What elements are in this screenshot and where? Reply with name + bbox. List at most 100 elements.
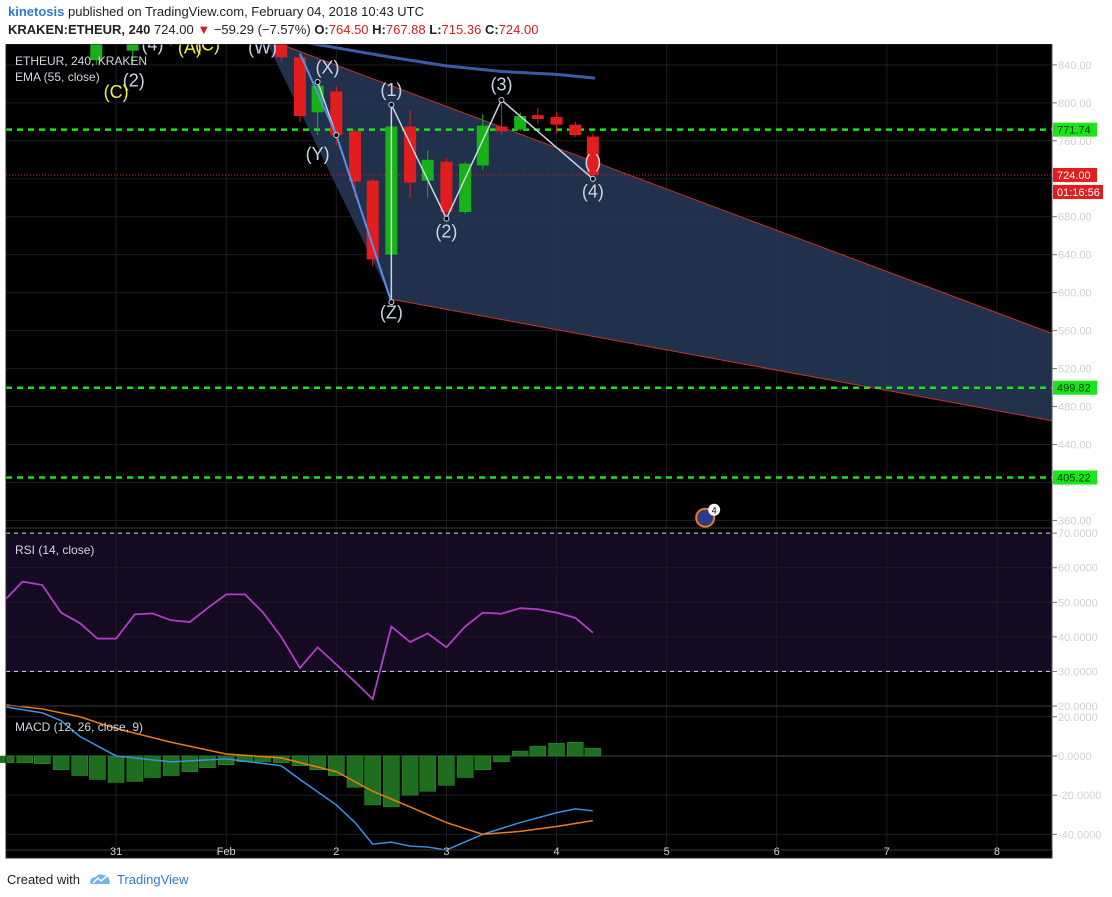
macd-histogram-bar <box>511 750 529 757</box>
macd-histogram-bar <box>419 755 436 792</box>
publish-info: published on TradingView.com, February 0… <box>67 4 425 19</box>
tradingview-logo-icon[interactable] <box>88 872 112 886</box>
created-with-label: Created with <box>7 872 80 887</box>
macd-histogram-bar <box>438 755 455 786</box>
x-tick-label: 31 <box>110 846 122 858</box>
candle-body <box>440 161 453 212</box>
main-legend: ETHEUR, 240, KRAKEN <box>15 54 147 68</box>
level-price-label: 771.74 <box>1057 125 1091 137</box>
close-label: C: <box>484 22 499 37</box>
x-tick-label: 7 <box>884 846 890 858</box>
macd-histogram-bar <box>181 755 199 772</box>
ohlc-line: KRAKEN:ETHEUR, 240 724.00 ▼ −59.29 (−7.5… <box>8 22 538 37</box>
macd-histogram-bar <box>584 747 602 757</box>
open-value: 764.50 <box>328 22 369 37</box>
macd-histogram-bar <box>566 741 584 757</box>
y-tick-label: 800.00 <box>1058 98 1092 110</box>
y-tick-label: 840.00 <box>1058 60 1092 72</box>
candle-body <box>514 116 527 130</box>
macd-histogram-bar <box>346 755 364 788</box>
y-tick-label: 40.0000 <box>1058 632 1098 644</box>
macd-histogram-bar <box>162 755 180 776</box>
y-tick-label: 30.0000 <box>1058 666 1098 678</box>
x-tick-label: Feb <box>217 846 236 858</box>
candle-body <box>126 44 139 51</box>
macd-histogram-bar <box>217 755 235 766</box>
y-tick-label: 60.0000 <box>1058 563 1098 575</box>
wave-label: (2) <box>435 222 457 242</box>
wave-label: (Y) <box>306 144 330 164</box>
macd-histogram-bar <box>52 755 70 770</box>
wave-point <box>589 175 596 182</box>
wave-label: (C) <box>195 44 220 55</box>
wave-point <box>443 215 450 222</box>
x-tick-label: 4 <box>553 846 559 858</box>
macd-histogram-bar <box>0 755 15 764</box>
x-tick-label: 3 <box>443 846 449 858</box>
low-value: 715.36 <box>441 22 482 37</box>
macd-histogram-bar <box>34 755 51 765</box>
x-tick-label: 2 <box>333 846 339 858</box>
y-tick-label: 640.00 <box>1058 250 1092 262</box>
candle-body <box>293 57 306 117</box>
y-tick-label: 480.00 <box>1058 402 1092 414</box>
candle-body <box>275 44 288 58</box>
open-label: O: <box>314 22 329 37</box>
macd-histogram-bar <box>328 755 345 776</box>
wave-label: (3) <box>490 75 512 95</box>
wave-point <box>388 101 395 108</box>
tradingview-link[interactable]: TradingView <box>117 872 189 887</box>
x-tick-label: 5 <box>664 846 670 858</box>
macd-histogram-bar <box>71 755 89 776</box>
macd-histogram-bar <box>493 755 510 763</box>
level-price-label: 405.22 <box>1057 472 1091 484</box>
countdown-label: 01:16:56 <box>1057 187 1100 199</box>
candle-body <box>531 115 544 119</box>
wave-point <box>333 132 340 139</box>
macd-histogram-bar <box>548 742 565 757</box>
wave-label: (C) <box>104 82 129 102</box>
wave-label: (4) <box>582 182 604 202</box>
chart-area[interactable]: (4)(2)(C)(A)(C) (W)(X)(Y)(1)(Z)(2)(3)( )(… <box>0 44 1112 860</box>
rsi-legend: RSI (14, close) <box>15 543 94 557</box>
macd-histogram-bar <box>474 755 492 770</box>
y-tick-label: 680.00 <box>1058 212 1092 224</box>
wave-point <box>314 78 321 85</box>
macd-histogram-bar <box>89 755 106 780</box>
symbol-label: KRAKEN:ETHEUR, 240 <box>8 22 151 37</box>
current-price-label: 724.00 <box>1057 170 1091 182</box>
y-tick-label: -20.0000 <box>1058 790 1101 802</box>
low-label: L: <box>429 22 442 37</box>
macd-histogram-bar <box>401 755 419 796</box>
candle-body <box>349 131 362 182</box>
close-value: 724.00 <box>498 22 539 37</box>
macd-histogram-bar <box>126 755 144 782</box>
event-count-label: 4 <box>712 506 717 516</box>
high-label: H: <box>372 22 386 37</box>
wave-label: (1) <box>380 80 402 100</box>
y-tick-label: 520.00 <box>1058 364 1092 376</box>
macd-histogram-bar <box>199 755 216 768</box>
high-value: 767.88 <box>385 22 426 37</box>
macd-histogram-bar <box>107 755 125 783</box>
macd-histogram-bar <box>364 755 381 806</box>
chart-header: kinetosis published on TradingView.com, … <box>0 0 1112 44</box>
price-change: −59.29 (−7.57%) <box>213 22 311 37</box>
wave-label: (X) <box>316 57 340 77</box>
macd-legend: MACD (12, 26, close, 9) <box>15 720 143 734</box>
wave-label: (W) <box>248 44 277 57</box>
wave-label: ( ) <box>584 151 601 171</box>
footer: Created with TradingView <box>0 860 1112 897</box>
macd-histogram-bar <box>456 755 474 778</box>
x-tick-label: 6 <box>774 846 780 858</box>
level-price-label: 499.82 <box>1057 383 1091 395</box>
author-link[interactable]: kinetosis <box>8 4 64 19</box>
wave-label: (Z) <box>380 302 403 322</box>
candle-body <box>569 124 582 136</box>
y-tick-label: 360.00 <box>1058 515 1092 527</box>
y-tick-label: -40.0000 <box>1058 829 1101 841</box>
y-tick-label: 0.0000 <box>1058 751 1092 763</box>
candle-body <box>495 126 508 132</box>
macd-histogram-bar <box>529 745 547 757</box>
x-tick-label: 8 <box>994 846 1000 858</box>
